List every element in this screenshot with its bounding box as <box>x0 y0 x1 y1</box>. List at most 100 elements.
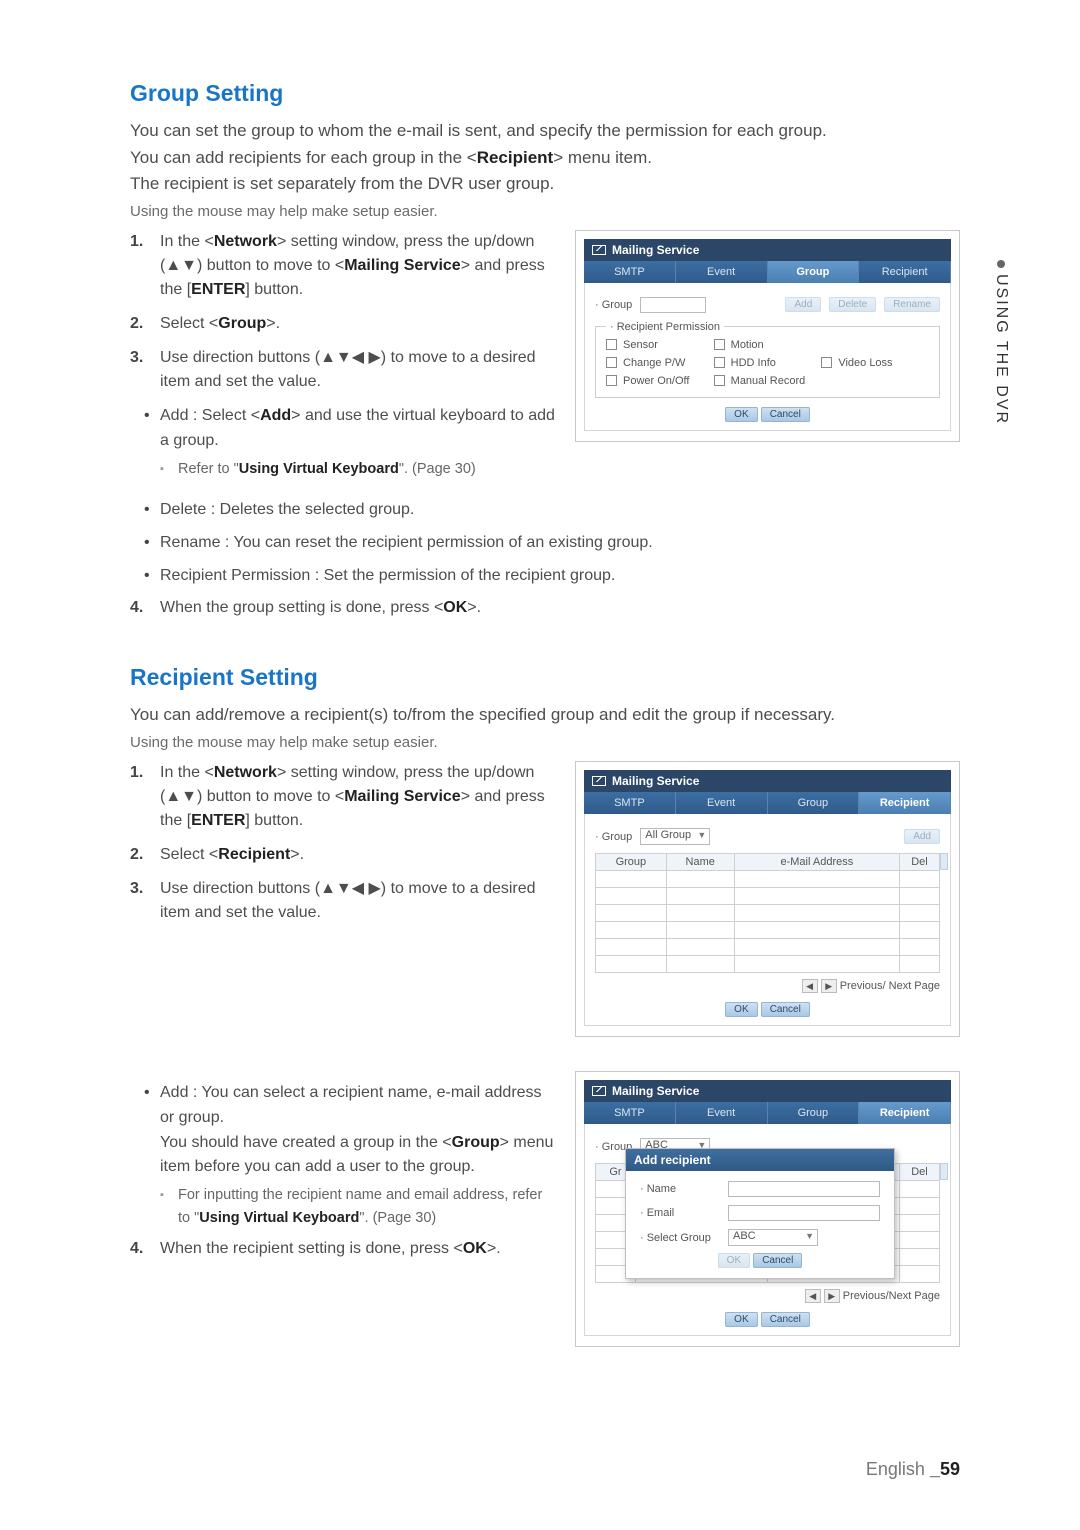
gs-sub-vk: Refer to "Using Virtual Keyboard". (Page… <box>160 458 557 480</box>
col-group: Group <box>596 854 667 871</box>
mail-icon <box>592 776 606 786</box>
shot2-pager: ◀ ▶ Previous/ Next Page <box>595 979 940 993</box>
shot1-perm-fieldset: · Recipient Permission Sensor Motion Cha… <box>595 321 940 398</box>
shot1-group-input[interactable] <box>640 297 706 313</box>
mail-icon <box>592 1086 606 1096</box>
modal-name-label: · Name <box>640 1183 720 1195</box>
gs-bul-delete: Delete : Deletes the selected group. <box>160 498 960 523</box>
tab-recipient[interactable]: Recipient <box>859 792 951 814</box>
modal-add-recipient: Add recipient · Name · Email · Select Gr… <box>625 1148 895 1279</box>
tab-event[interactable]: Event <box>676 1102 768 1124</box>
screenshot-recipient: Mailing Service SMTP Event Group Recipie… <box>575 761 960 1037</box>
shot3-pager: ◀ ▶ Previous/Next Page <box>595 1289 940 1303</box>
shot1-tabs: SMTP Event Group Recipient <box>584 261 951 283</box>
gs-step3: Use direction buttons (▲▼◀ ▶) to move to… <box>160 346 557 394</box>
table-row[interactable] <box>596 922 940 939</box>
tab-smtp[interactable]: SMTP <box>584 792 676 814</box>
modal-email-input[interactable] <box>728 1205 880 1221</box>
shot2-title: Mailing Service <box>584 770 951 792</box>
gs-step4: When the group setting is done, press <O… <box>160 596 960 620</box>
tab-recipient[interactable]: Recipient <box>859 1102 951 1124</box>
modal-ok[interactable]: OK <box>718 1253 750 1268</box>
shot3-title: Mailing Service <box>584 1080 951 1102</box>
col-email: e-Mail Address <box>734 854 899 871</box>
scrollbar[interactable] <box>940 853 948 870</box>
gs-p2: You can add recipients for each group in… <box>130 146 960 171</box>
screenshot-group: Mailing Service SMTP Event Group Recipie… <box>575 230 960 442</box>
page-content: Group Setting You can set the group to w… <box>0 0 1080 1397</box>
modal-name-input[interactable] <box>728 1181 880 1197</box>
tab-event[interactable]: Event <box>676 261 768 283</box>
shot2-add-btn[interactable]: Add <box>904 829 940 844</box>
tab-event[interactable]: Event <box>676 792 768 814</box>
rs-step2: Select <Recipient>. <box>160 843 557 867</box>
modal-title: Add recipient <box>626 1149 894 1171</box>
cb-hdd-info[interactable]: HDD Info <box>714 357 822 369</box>
rs-sub-vk: For inputting the recipient name and ema… <box>160 1184 557 1229</box>
shot1-perm-legend: · Recipient Permission <box>606 321 724 333</box>
shot2-ok[interactable]: OK <box>725 1002 757 1017</box>
scrollbar[interactable] <box>940 1163 948 1180</box>
col-del: Del <box>900 854 940 871</box>
prev-page-btn[interactable]: ◀ <box>802 979 818 993</box>
table-row[interactable] <box>596 888 940 905</box>
gs-p1: You can set the group to whom the e-mail… <box>130 119 960 144</box>
shot1-add-btn[interactable]: Add <box>785 297 821 312</box>
rs-step3: Use direction buttons (▲▼◀ ▶) to move to… <box>160 877 557 925</box>
shot2-group-label: · Group <box>595 831 632 843</box>
modal-email-label: · Email <box>640 1207 720 1219</box>
gs-p3: The recipient is set separately from the… <box>130 172 960 197</box>
tab-smtp[interactable]: SMTP <box>584 1102 676 1124</box>
rs-step4: When the recipient setting is done, pres… <box>160 1237 557 1261</box>
shot2-group-select[interactable]: All Group <box>640 828 710 845</box>
shot2-table: GroupNamee-Mail AddressDel <box>595 853 940 973</box>
shot1-ok[interactable]: OK <box>725 407 757 422</box>
side-tab-text: USING THE DVR <box>993 274 1010 425</box>
cb-sensor[interactable]: Sensor <box>606 339 714 351</box>
heading-recipient-setting: Recipient Setting <box>130 664 960 691</box>
tab-group[interactable]: Group <box>768 1102 860 1124</box>
table-row[interactable] <box>596 939 940 956</box>
shot3-ok[interactable]: OK <box>725 1312 757 1327</box>
side-tab: USING THE DVR <box>992 260 1010 425</box>
rs-p1: You can add/remove a recipient(s) to/fro… <box>130 703 960 728</box>
prev-page-btn[interactable]: ◀ <box>805 1289 821 1303</box>
shot3-cancel[interactable]: Cancel <box>761 1312 810 1327</box>
screenshot-add-recipient: Mailing Service SMTP Event Group Recipie… <box>575 1071 960 1347</box>
gs-step1: In the <Network> setting window, press t… <box>160 230 557 302</box>
shot1-delete-btn[interactable]: Delete <box>829 297 876 312</box>
rs-bul-add: Add : You can select a recipient name, e… <box>160 1081 557 1229</box>
tab-group[interactable]: Group <box>768 261 860 283</box>
table-row[interactable] <box>596 905 940 922</box>
rs-note: Using the mouse may help make setup easi… <box>130 734 960 751</box>
gs-note: Using the mouse may help make setup easi… <box>130 203 960 220</box>
mail-icon <box>592 245 606 255</box>
cb-motion[interactable]: Motion <box>714 339 822 351</box>
cb-change-pw[interactable]: Change P/W <box>606 357 714 369</box>
next-page-btn[interactable]: ▶ <box>824 1289 840 1303</box>
cb-video-loss[interactable]: Video Loss <box>821 357 929 369</box>
rs-step1: In the <Network> setting window, press t… <box>160 761 557 833</box>
shot1-rename-btn[interactable]: Rename <box>884 297 940 312</box>
shot1-group-label: · Group <box>595 299 632 311</box>
cb-manual-rec[interactable]: Manual Record <box>714 375 822 387</box>
tab-smtp[interactable]: SMTP <box>584 261 676 283</box>
tab-recipient[interactable]: Recipient <box>859 261 951 283</box>
modal-cancel[interactable]: Cancel <box>753 1253 802 1268</box>
cb-power[interactable]: Power On/Off <box>606 375 714 387</box>
modal-selgroup-select[interactable]: ABC <box>728 1229 818 1246</box>
next-page-btn[interactable]: ▶ <box>821 979 837 993</box>
table-row[interactable] <box>596 871 940 888</box>
tab-group[interactable]: Group <box>768 792 860 814</box>
gs-bul-add: Add : Select <Add> and use the virtual k… <box>160 404 557 480</box>
col-name: Name <box>666 854 734 871</box>
gs-bul-rename: Rename : You can reset the recipient per… <box>160 531 960 556</box>
gs-step2: Select <Group>. <box>160 312 557 336</box>
modal-selgroup-label: · Select Group <box>640 1232 720 1244</box>
shot1-title: Mailing Service <box>584 239 951 261</box>
page-footer: English _59 <box>866 1459 960 1480</box>
gs-bul-perm: Recipient Permission : Set the permissio… <box>160 564 960 589</box>
shot2-cancel[interactable]: Cancel <box>761 1002 810 1017</box>
table-row[interactable] <box>596 956 940 973</box>
shot1-cancel[interactable]: Cancel <box>761 407 810 422</box>
